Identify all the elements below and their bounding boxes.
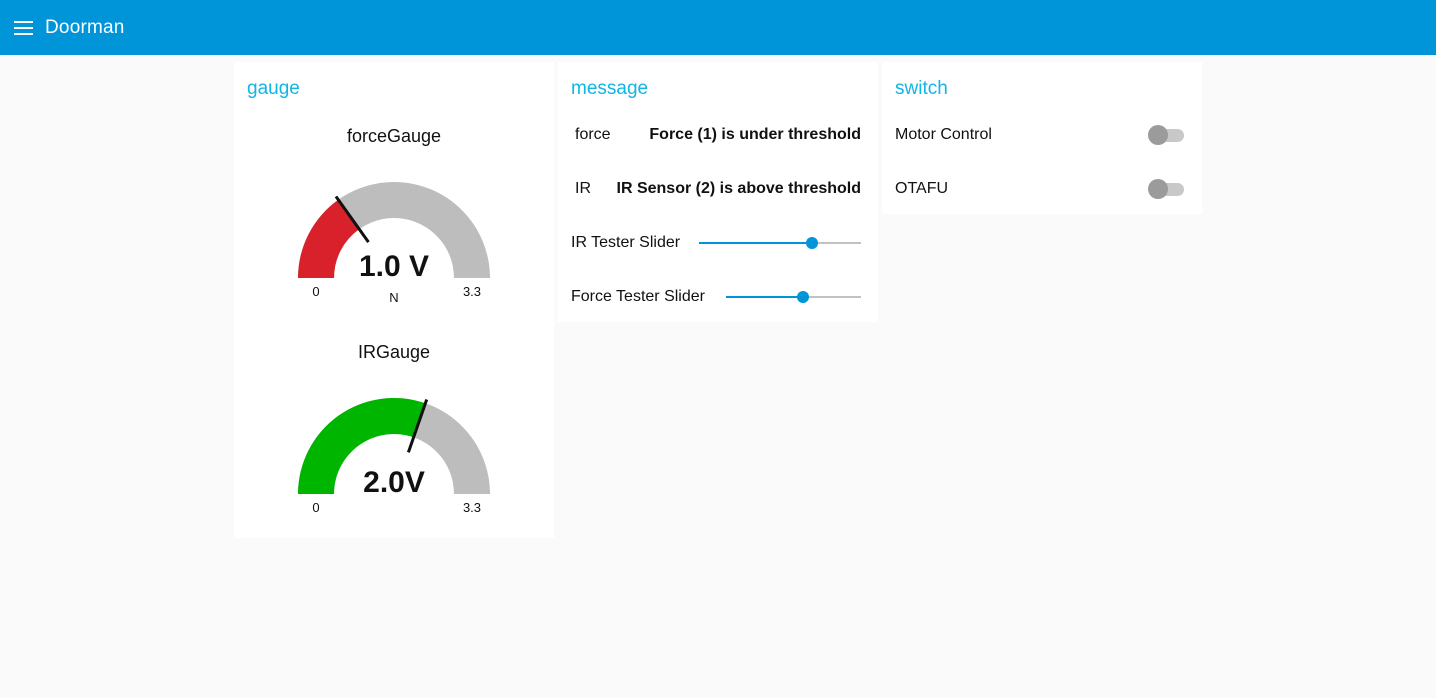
hamburger-menu-icon[interactable]	[14, 17, 36, 39]
slider-label: Force Tester Slider	[571, 288, 705, 305]
message-value: Force (1) is under threshold	[649, 126, 861, 143]
gauge-min-label: 0	[312, 284, 319, 299]
card-title: switch	[895, 78, 948, 99]
slider-thumb[interactable]	[796, 291, 809, 303]
force-tester-slider[interactable]	[726, 287, 861, 307]
switch-label: Motor Control	[895, 126, 992, 143]
otafu-toggle[interactable]	[1148, 179, 1184, 199]
slider-thumb[interactable]	[806, 237, 819, 249]
force-gauge: 1.0 V 0 3.3 N	[298, 182, 490, 305]
message-value: IR Sensor (2) is above threshold	[616, 180, 862, 197]
message-label: IR	[575, 180, 591, 197]
gauge-max-label: 3.3	[463, 284, 481, 299]
motor-control-toggle[interactable]	[1148, 125, 1184, 145]
top-toolbar: Doorman	[0, 0, 1436, 55]
message-card: message force Force (1) is under thresho…	[558, 62, 878, 322]
ir-tester-slider[interactable]	[699, 233, 861, 253]
gauge-label: IRGauge	[357, 342, 431, 362]
app-title: Doorman	[45, 16, 125, 38]
gauge-unit: N	[389, 290, 398, 305]
gauge-label: forceGauge	[346, 126, 442, 146]
card-title: message	[571, 78, 649, 99]
gauge-min-label: 0	[312, 500, 319, 515]
switch-card: switch Motor Control OTAFU	[882, 62, 1202, 214]
ir-gauge: 2.0V 0 3.3	[298, 397, 490, 515]
gauge-value: 2.0V	[363, 466, 425, 499]
gauge-card: gauge forceGauge 1.0 V 0 3.3 N IRGauge 2.0V…	[234, 62, 554, 538]
message-label: force	[575, 126, 611, 143]
switch-label: OTAFU	[895, 180, 949, 197]
gauge-max-label: 3.3	[463, 500, 481, 515]
card-title: gauge	[247, 78, 300, 99]
slider-label: IR Tester Slider	[571, 234, 681, 251]
gauge-value: 1.0 V	[359, 250, 429, 283]
